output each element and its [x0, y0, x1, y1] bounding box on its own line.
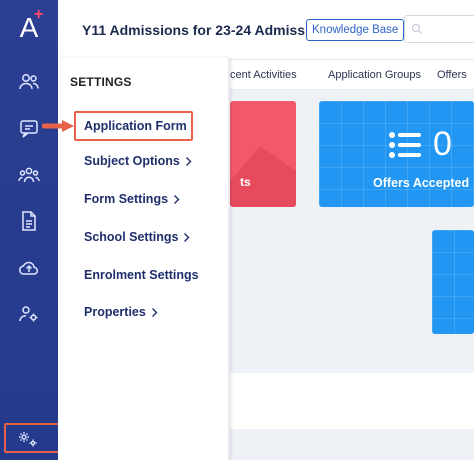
- tab-recent-activities[interactable]: cent Activities: [230, 69, 297, 81]
- offers-accepted-count: 0: [433, 125, 452, 163]
- tab-application-groups[interactable]: Application Groups: [328, 69, 421, 81]
- menu-item-application-form[interactable]: Application Form: [84, 119, 187, 133]
- stat-tile-red-label: ts: [240, 175, 251, 189]
- menu-item-subject-options[interactable]: Subject Options: [84, 154, 192, 168]
- menu-item-school-settings[interactable]: School Settings: [84, 230, 190, 244]
- offers-accepted-tile[interactable]: 0 Offers Accepted: [319, 101, 474, 207]
- menu-item-label: Enrolment Settings: [84, 268, 199, 282]
- menu-item-form-settings[interactable]: Form Settings: [84, 192, 180, 206]
- logo-plus: +: [34, 6, 44, 23]
- document-icon[interactable]: [17, 209, 41, 233]
- settings-menu-heading: SETTINGS: [70, 75, 132, 89]
- menu-scrollbar[interactable]: [228, 58, 230, 460]
- menu-item-properties[interactable]: Properties: [84, 305, 158, 319]
- top-header: Y11 Admissions for 23-24 Admission... Kn…: [58, 0, 474, 60]
- section-tabs: cent Activities Application Groups Offer…: [230, 60, 474, 90]
- menu-item-label: Form Settings: [84, 192, 169, 206]
- search-icon: [411, 23, 422, 34]
- tab-offers[interactable]: Offers: [437, 69, 467, 81]
- app-logo[interactable]: A +: [0, 0, 58, 56]
- menu-item-label: Application Form: [84, 119, 187, 133]
- cloud-upload-icon[interactable]: [17, 256, 41, 280]
- stat-tile-red[interactable]: ts: [230, 101, 296, 207]
- page-title: Y11 Admissions for 23-24 Admission...: [82, 22, 338, 38]
- search-input[interactable]: [404, 15, 474, 43]
- group-icon[interactable]: [17, 163, 41, 187]
- users-icon[interactable]: [17, 70, 41, 94]
- chevron-right-icon: [174, 194, 180, 204]
- chevron-right-icon: [151, 307, 158, 317]
- user-settings-icon[interactable]: [17, 302, 41, 326]
- annotation-arrow-application-form: [42, 120, 74, 132]
- stat-tile-blue-secondary[interactable]: [432, 230, 474, 334]
- menu-item-label: School Settings: [84, 230, 179, 244]
- list-icon: [389, 132, 421, 158]
- knowledge-base-button[interactable]: Knowledge Base: [306, 19, 405, 41]
- sidebar: A +: [0, 0, 58, 460]
- menu-item-enrolment-settings[interactable]: Enrolment Settings: [84, 268, 199, 282]
- settings-menu: SETTINGS Application Form Subject Option…: [58, 58, 230, 460]
- offers-accepted-label: Offers Accepted: [373, 176, 470, 190]
- chevron-right-icon: [184, 232, 190, 242]
- menu-item-label: Properties: [84, 305, 146, 319]
- chevron-right-icon: [185, 156, 192, 166]
- content-panel: [230, 373, 474, 429]
- message-icon[interactable]: [17, 117, 41, 141]
- gear-icon[interactable]: [16, 428, 40, 450]
- menu-item-label: Subject Options: [84, 154, 180, 168]
